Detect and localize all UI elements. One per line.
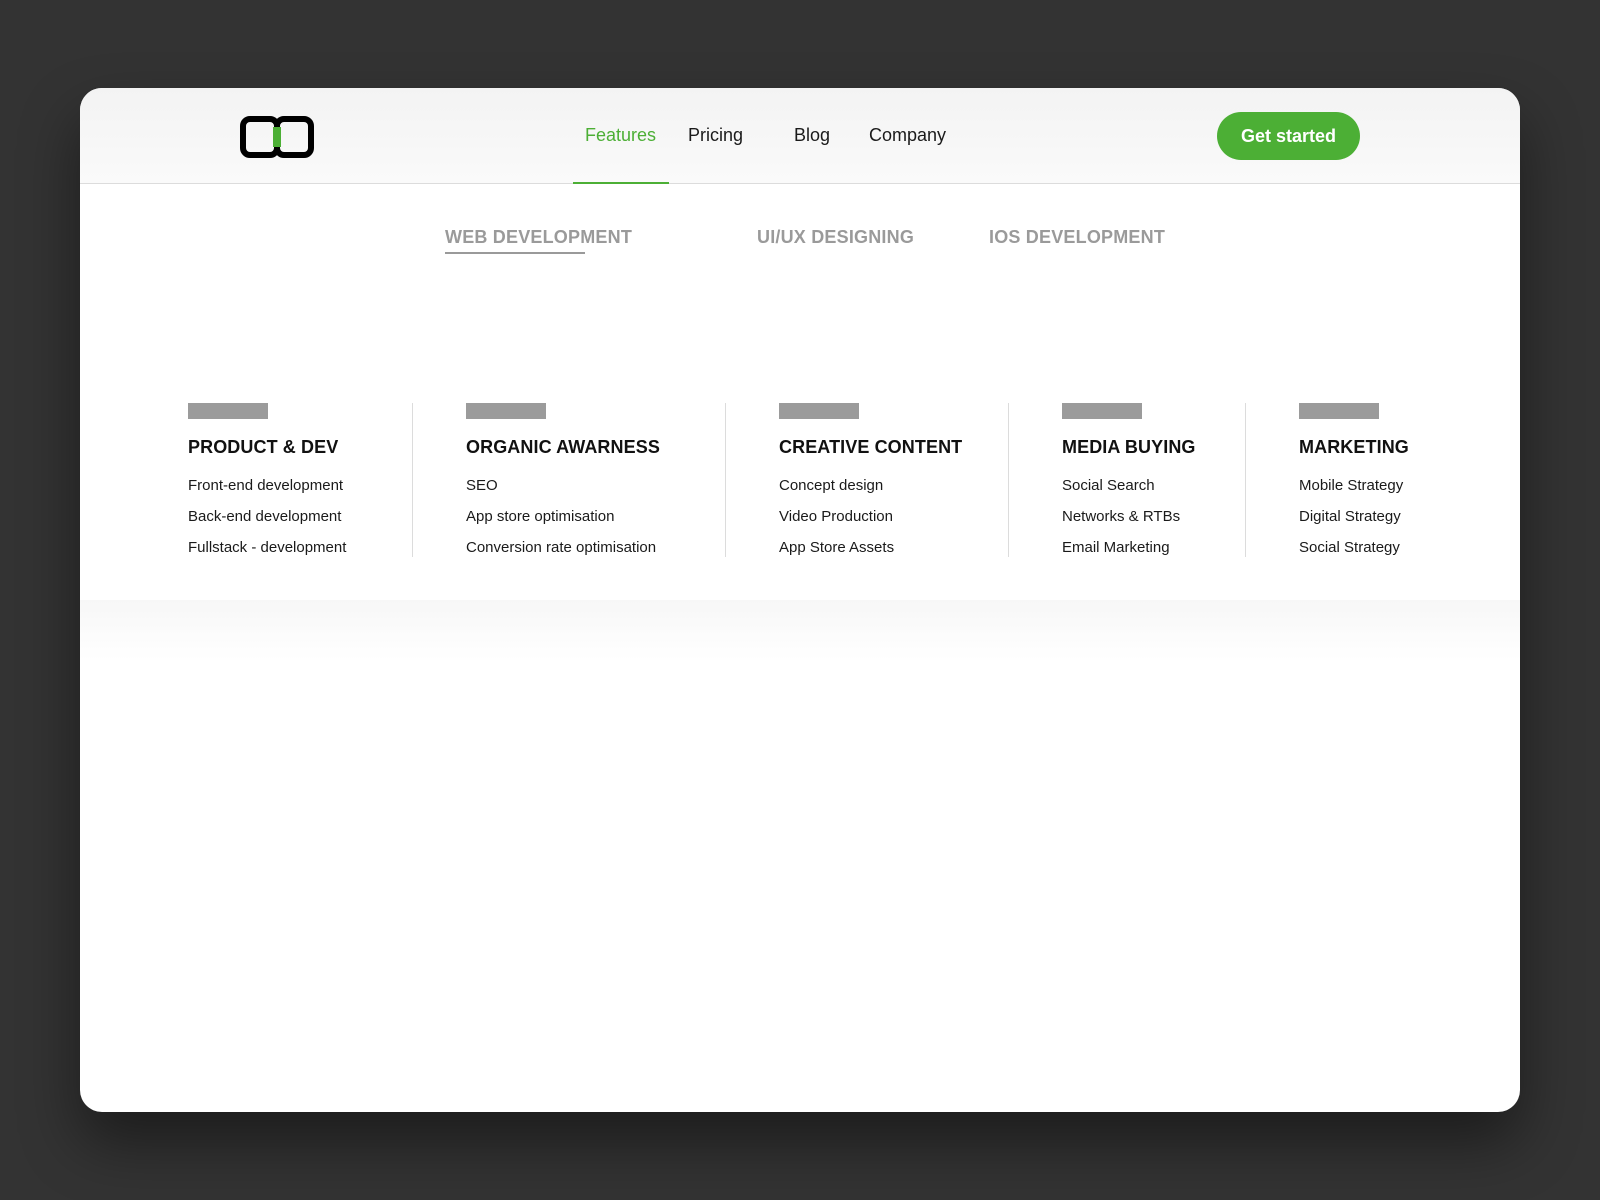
menu-link[interactable]: Video Production — [779, 501, 962, 532]
image-placeholder — [1062, 403, 1142, 419]
column-divider — [725, 403, 726, 557]
menu-link[interactable]: Front-end development — [188, 470, 346, 501]
nav-item-company[interactable]: Company — [869, 124, 946, 146]
active-nav-indicator — [573, 182, 669, 184]
image-placeholder — [466, 403, 546, 419]
menu-column-media-buying: MEDIA BUYING Social Search Networks & RT… — [1062, 403, 1196, 563]
image-placeholder — [1299, 403, 1379, 419]
column-divider — [1245, 403, 1246, 557]
menu-link[interactable]: Networks & RTBs — [1062, 501, 1196, 532]
tab-ui-ux-designing[interactable]: UI/UX DESIGNING — [757, 227, 914, 248]
top-navigation-bar: Features Pricing Blog Company Get starte… — [80, 88, 1520, 184]
menu-link[interactable]: SEO — [466, 470, 660, 501]
menu-link[interactable]: App store optimisation — [466, 501, 660, 532]
link-list: Mobile Strategy Digital Strategy Social … — [1299, 470, 1409, 563]
column-divider — [412, 403, 413, 557]
menu-link[interactable]: Back-end development — [188, 501, 346, 532]
get-started-button[interactable]: Get started — [1217, 112, 1360, 160]
menu-link[interactable]: Email Marketing — [1062, 532, 1196, 563]
image-placeholder — [188, 403, 268, 419]
menu-shadow — [80, 600, 1520, 660]
column-divider — [1008, 403, 1009, 557]
browser-window: Features Pricing Blog Company Get starte… — [80, 88, 1520, 1112]
menu-column-creative-content: CREATIVE CONTENT Concept design Video Pr… — [779, 403, 962, 563]
menu-link[interactable]: Concept design — [779, 470, 962, 501]
tab-ios-development[interactable]: IOS DEVELOPMENT — [989, 227, 1165, 248]
menu-column-product-dev: PRODUCT & DEV Front-end development Back… — [188, 403, 346, 563]
tab-web-development[interactable]: WEB DEVELOPMENT — [445, 227, 632, 248]
nav-item-blog[interactable]: Blog — [794, 124, 830, 146]
menu-column-marketing: MARKETING Mobile Strategy Digital Strate… — [1299, 403, 1409, 563]
menu-column-organic-awarness: ORGANIC AWARNESS SEO App store optimisat… — [466, 403, 660, 563]
link-list: Social Search Networks & RTBs Email Mark… — [1062, 470, 1196, 563]
column-title: ORGANIC AWARNESS — [466, 437, 660, 457]
menu-link[interactable]: Mobile Strategy — [1299, 470, 1409, 501]
nav-item-pricing[interactable]: Pricing — [688, 124, 743, 146]
menu-link[interactable]: Social Search — [1062, 470, 1196, 501]
menu-link[interactable]: Conversion rate optimisation — [466, 532, 660, 563]
column-title: MARKETING — [1299, 437, 1409, 457]
menu-link[interactable]: Digital Strategy — [1299, 501, 1409, 532]
nav-item-features[interactable]: Features — [585, 124, 656, 146]
column-title: PRODUCT & DEV — [188, 437, 339, 457]
link-list: Concept design Video Production App Stor… — [779, 470, 962, 563]
column-title: MEDIA BUYING — [1062, 437, 1196, 457]
active-tab-indicator — [445, 252, 585, 254]
menu-link[interactable]: Fullstack - development — [188, 532, 346, 563]
link-list: Front-end development Back-end developme… — [188, 470, 346, 563]
column-title: CREATIVE CONTENT — [779, 437, 963, 457]
image-placeholder — [779, 403, 859, 419]
menu-link[interactable]: Social Strategy — [1299, 532, 1409, 563]
link-list: SEO App store optimisation Conversion ra… — [466, 470, 660, 563]
menu-link[interactable]: App Store Assets — [779, 532, 962, 563]
features-mega-menu: WEB DEVELOPMENT UI/UX DESIGNING IOS DEVE… — [80, 185, 1520, 600]
